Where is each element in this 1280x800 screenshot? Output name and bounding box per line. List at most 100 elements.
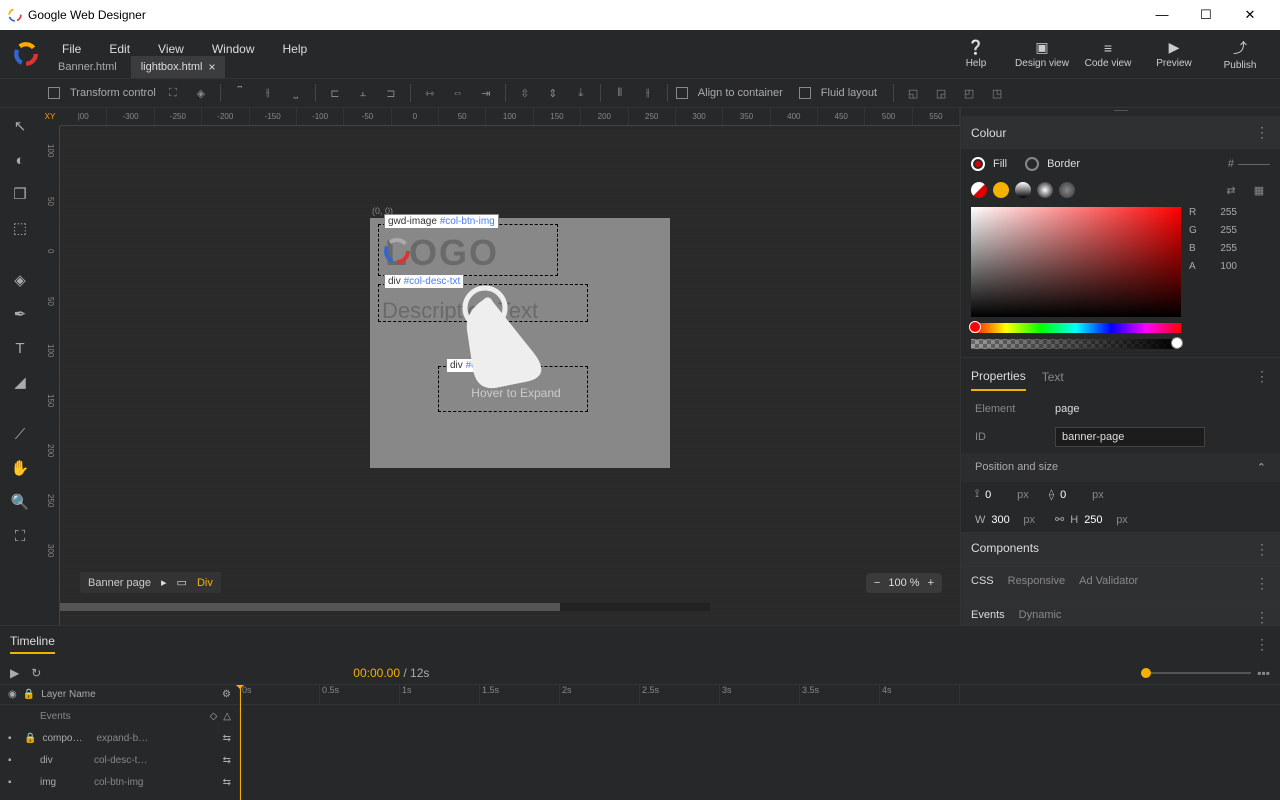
components-panel-header[interactable]: Components⋮ bbox=[961, 532, 1280, 566]
position-size-header[interactable]: Position and size⌃ bbox=[961, 453, 1280, 482]
layer-options-icon[interactable]: ⇆ bbox=[223, 755, 231, 766]
text-tool-icon[interactable]: T bbox=[8, 336, 32, 360]
eyedropper-icon[interactable]: ⇄ bbox=[1220, 179, 1242, 201]
file-tab-banner[interactable]: Banner.html bbox=[48, 56, 127, 78]
panel-menu-icon[interactable]: ⋮ bbox=[1255, 541, 1270, 558]
a-value[interactable]: 100 bbox=[1220, 261, 1237, 272]
layer-options-icon[interactable]: ⇆ bbox=[223, 777, 231, 788]
colour-picker-canvas[interactable] bbox=[971, 207, 1181, 317]
w-value[interactable]: 300 bbox=[991, 514, 1017, 526]
events-panel-header[interactable]: EventsDynamic ⋮ bbox=[961, 600, 1280, 625]
horizontal-scrollbar[interactable] bbox=[60, 603, 710, 611]
swatch-pattern-icon[interactable] bbox=[1059, 182, 1075, 198]
colour-panel-header[interactable]: Colour ⋮ bbox=[961, 116, 1280, 149]
timeline-layer-row[interactable]: ▪divcol-desc-t…⇆ bbox=[0, 749, 239, 771]
h-value[interactable]: 250 bbox=[1084, 514, 1110, 526]
devices-icon[interactable]: ▭ bbox=[177, 576, 187, 589]
distribute-hr-icon[interactable]: ⇥ bbox=[475, 82, 497, 104]
eye-icon[interactable]: ◉ bbox=[8, 689, 17, 700]
css-panel-header[interactable]: CSSResponsiveAd Validator ⋮ bbox=[961, 566, 1280, 600]
swatch-radial-icon[interactable] bbox=[1037, 182, 1053, 198]
lock-icon[interactable]: 🔒 bbox=[23, 689, 35, 700]
align-container-checkbox[interactable] bbox=[676, 87, 688, 99]
bounding-box-icon[interactable]: ⛶ bbox=[162, 82, 184, 104]
fluid-2-icon[interactable]: ◲ bbox=[930, 82, 952, 104]
publish-button[interactable]: ⤴Publish bbox=[1208, 32, 1272, 76]
zoom-tool-icon[interactable]: 🔍 bbox=[8, 490, 32, 514]
code-view-button[interactable]: ≡Code view bbox=[1076, 32, 1140, 76]
3d-translate-tool-icon[interactable]: ❒ bbox=[8, 182, 32, 206]
align-vcenter-icon[interactable]: ⫲ bbox=[257, 82, 279, 104]
swatch-solid[interactable] bbox=[993, 182, 1009, 198]
hand-tool-icon[interactable]: ✋ bbox=[8, 456, 32, 480]
maximize-button[interactable]: ☐ bbox=[1184, 7, 1228, 23]
zoom-in-button[interactable]: + bbox=[928, 577, 934, 589]
minimize-button[interactable]: — bbox=[1140, 7, 1184, 23]
selection-tool-icon[interactable]: ↖ bbox=[8, 114, 32, 138]
transform-checkbox[interactable] bbox=[48, 87, 60, 99]
distribute-v-icon[interactable]: ⇳ bbox=[514, 82, 536, 104]
fill-tool-icon[interactable]: ◢ bbox=[8, 370, 32, 394]
link-icon[interactable]: ⚯ bbox=[1055, 513, 1064, 526]
tab-text[interactable]: Text bbox=[1042, 370, 1064, 390]
distribute-h-icon[interactable]: ⇿ bbox=[419, 82, 441, 104]
g-value[interactable]: 255 bbox=[1220, 225, 1237, 236]
menu-help[interactable]: Help bbox=[269, 42, 322, 56]
y-value[interactable]: 0 bbox=[1060, 489, 1086, 501]
align-top-icon[interactable]: ⎴ bbox=[229, 82, 251, 104]
menu-view[interactable]: View bbox=[144, 42, 198, 56]
file-tab-lightbox[interactable]: lightbox.html× bbox=[131, 56, 226, 78]
id-input[interactable] bbox=[1055, 427, 1205, 447]
play-button[interactable]: ▶ bbox=[10, 666, 19, 680]
tag-tool-icon[interactable]: ◈ bbox=[8, 268, 32, 292]
timeline-layer-row[interactable]: ▪🔒compo…expand-b…⇆ bbox=[0, 727, 239, 749]
panel-menu-icon[interactable]: ⋮ bbox=[1255, 124, 1270, 141]
menu-edit[interactable]: Edit bbox=[95, 42, 144, 56]
swatch-library-icon[interactable]: ▦ bbox=[1248, 179, 1270, 201]
align-right-icon[interactable]: ⊐ bbox=[380, 82, 402, 104]
align-left-icon[interactable]: ⊏ bbox=[324, 82, 346, 104]
swatch-none-icon[interactable] bbox=[971, 182, 987, 198]
close-button[interactable]: ✕ bbox=[1228, 7, 1272, 23]
fluid-3-icon[interactable]: ◰ bbox=[958, 82, 980, 104]
timeline-tracks[interactable]: 0s0.5s1s1.5s2s2.5s3s3.5s4s bbox=[240, 685, 1280, 800]
transform-origin-icon[interactable]: ◈ bbox=[190, 82, 212, 104]
align-bottom-icon[interactable]: ⎵ bbox=[285, 82, 307, 104]
tab-dynamic[interactable]: Dynamic bbox=[1019, 609, 1062, 625]
diamond-icon[interactable]: ◇ bbox=[210, 711, 218, 722]
preview-button[interactable]: ▶Preview bbox=[1142, 32, 1206, 76]
swatch-linear-icon[interactable] bbox=[1015, 182, 1031, 198]
line-tool-icon[interactable]: ⟋ bbox=[8, 422, 32, 446]
pen-tool-icon[interactable]: ✒ bbox=[8, 302, 32, 326]
zoom-out-button[interactable]: − bbox=[874, 577, 880, 589]
zoom-slider[interactable]: ▪▪▪ bbox=[1141, 666, 1270, 680]
space-v-icon[interactable]: ⫲ bbox=[637, 82, 659, 104]
element-tool-icon[interactable]: ⬚ bbox=[8, 216, 32, 240]
fluid-1-icon[interactable]: ◱ bbox=[902, 82, 924, 104]
x-value[interactable]: 0 bbox=[985, 489, 1011, 501]
distribute-vc-icon[interactable]: ⇕ bbox=[542, 82, 564, 104]
timeline-layer-row[interactable]: ▪imgcol-btn-img⇆ bbox=[0, 771, 239, 793]
help-button[interactable]: ❔Help bbox=[944, 32, 1008, 76]
layer-options-icon[interactable]: ⇆ bbox=[223, 733, 231, 744]
canvas[interactable]: XY |00-300-250-200-150-100-5005010015020… bbox=[40, 108, 960, 625]
breadcrumb-page[interactable]: Banner page bbox=[88, 577, 151, 589]
tab-responsive[interactable]: Responsive bbox=[1008, 575, 1065, 592]
breadcrumb-element[interactable]: Div bbox=[197, 577, 213, 589]
3d-rotate-tool-icon[interactable]: ◐ bbox=[8, 148, 32, 172]
artboard[interactable]: gwd-image #col-btn-img LOGO div #col-des… bbox=[370, 218, 670, 468]
fluid-layout-checkbox[interactable] bbox=[799, 87, 811, 99]
r-value[interactable]: 255 bbox=[1220, 207, 1237, 218]
distribute-hc-icon[interactable]: ⇔ bbox=[447, 82, 469, 104]
alpha-slider[interactable] bbox=[971, 339, 1181, 349]
close-tab-icon[interactable]: × bbox=[208, 60, 215, 74]
panel-menu-icon[interactable]: ⋮ bbox=[1255, 368, 1270, 391]
design-view-button[interactable]: ▣Design view bbox=[1010, 32, 1074, 76]
panel-menu-icon[interactable]: ⋮ bbox=[1255, 609, 1270, 625]
b-value[interactable]: 255 bbox=[1220, 243, 1237, 254]
panel-menu-icon[interactable]: ⋮ bbox=[1255, 575, 1270, 592]
space-h-icon[interactable]: ⫴ bbox=[609, 82, 631, 104]
align-hcenter-icon[interactable]: ⫠ bbox=[352, 82, 374, 104]
menu-file[interactable]: File bbox=[48, 42, 95, 56]
breadcrumb[interactable]: Banner page ▸ ▭ Div bbox=[80, 572, 221, 593]
